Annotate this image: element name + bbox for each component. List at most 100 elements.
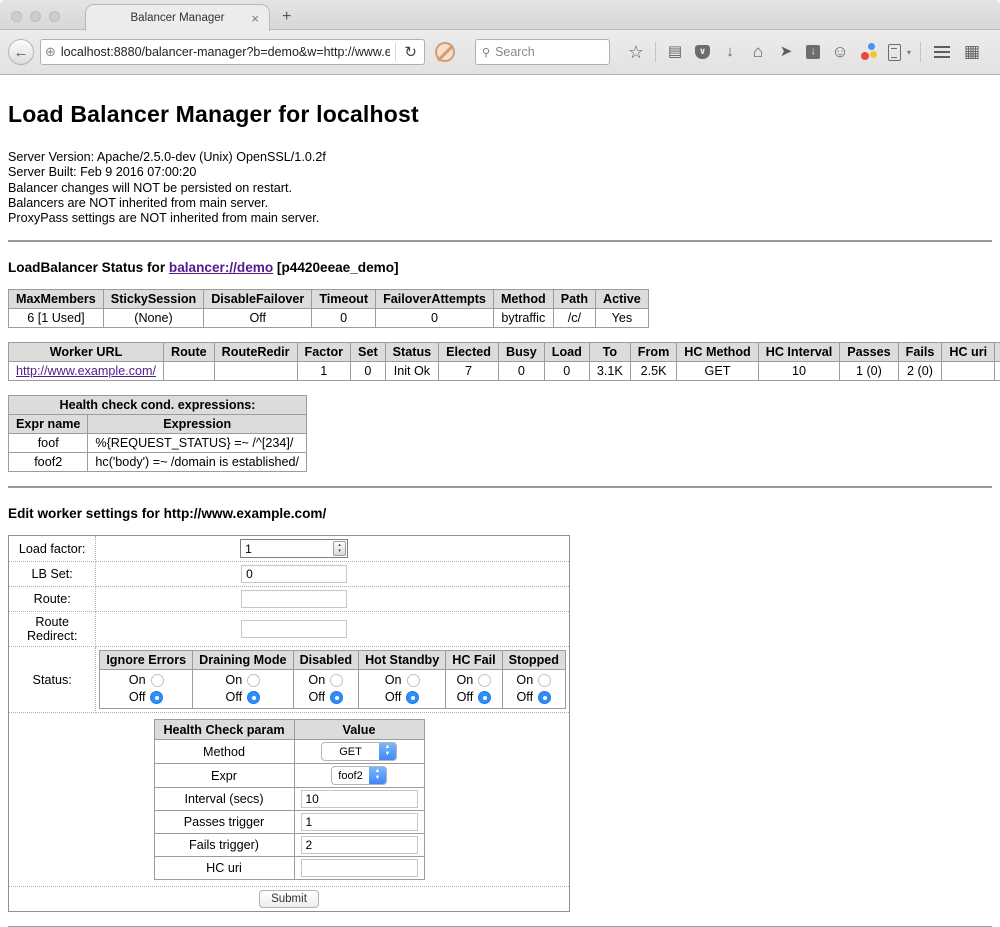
bookmark-star-icon[interactable]: ☆ — [624, 40, 648, 64]
column-header: To — [589, 343, 630, 362]
column-header: MaxMembers — [9, 290, 104, 309]
back-button[interactable]: ← — [8, 39, 34, 65]
form-row: LB Set: — [9, 562, 570, 587]
zoom-window-button[interactable] — [49, 11, 60, 22]
form-text-input[interactable] — [241, 620, 347, 638]
feedback-smiley-icon[interactable]: ☺ — [828, 40, 852, 64]
hc-param-label: Fails trigger) — [154, 834, 294, 857]
radio-on[interactable] — [538, 674, 551, 687]
blocked-content-icon[interactable] — [435, 42, 455, 62]
radio-off[interactable] — [330, 691, 343, 704]
column-header: Method — [493, 290, 553, 309]
minimize-window-button[interactable] — [30, 11, 41, 22]
history-icon[interactable]: ▤ — [663, 40, 687, 64]
hc-text-input[interactable] — [301, 836, 418, 854]
window-controls[interactable] — [11, 11, 60, 22]
edit-worker-heading: Edit worker settings for http://www.exam… — [8, 506, 992, 521]
status-column-header: Stopped — [502, 651, 565, 670]
status-label: Status: — [9, 647, 96, 713]
form-label: Load factor: — [9, 536, 96, 562]
radio-off[interactable] — [406, 691, 419, 704]
radio-off-label: Off — [457, 689, 474, 706]
new-tab-button[interactable]: + — [282, 8, 291, 26]
table-cell: Init Ok — [385, 362, 439, 381]
column-header: Route — [163, 343, 214, 362]
home-icon[interactable]: ⌂ — [746, 40, 770, 64]
url-bar[interactable]: ⊕ localhost:8880/balancer-manager?b=demo… — [40, 39, 425, 65]
form-row: Route Redirect: — [9, 612, 570, 647]
close-window-button[interactable] — [11, 11, 22, 22]
table-cell: 0 — [498, 362, 544, 381]
column-header: HC Expr — [995, 343, 1000, 362]
hc-param-value — [294, 788, 424, 811]
radio-on-label: On — [129, 672, 146, 689]
clipboard-extension-icon[interactable] — [888, 44, 901, 61]
form-text-input[interactable] — [241, 565, 347, 583]
pocket-icon[interactable]: ∨ — [695, 45, 710, 59]
colorful-extension-icon[interactable] — [860, 43, 878, 61]
hc-param-value — [294, 857, 424, 880]
chevron-down-icon[interactable]: ▾ — [907, 48, 911, 57]
downloads-icon[interactable]: ↓ — [718, 40, 742, 64]
search-icon: ⚲ — [482, 46, 490, 59]
hc-param-row: Interval (secs) — [154, 788, 424, 811]
radio-on[interactable] — [330, 674, 343, 687]
tab-bar: Balancer Manager × + — [0, 0, 1000, 30]
table-cell: 1 — [297, 362, 351, 381]
tiles-icon[interactable]: ▦ — [960, 40, 984, 64]
radio-off[interactable] — [150, 691, 163, 704]
column-header: Expression — [88, 415, 307, 434]
health-check-expressions-table: Health check cond. expressions:Expr name… — [8, 395, 307, 472]
hc-param-value — [294, 811, 424, 834]
heading-suffix: [p4420eeae_demo] — [273, 260, 398, 275]
hc-text-input[interactable] — [301, 859, 418, 877]
browser-tab[interactable]: Balancer Manager × — [85, 4, 270, 31]
url-text[interactable]: localhost:8880/balancer-manager?b=demo&w… — [61, 45, 391, 59]
table-cell — [942, 362, 995, 381]
form-label: Route Redirect: — [9, 612, 96, 647]
hc-select[interactable]: GET▲▼ — [321, 742, 397, 761]
table-cell: 0 — [351, 362, 386, 381]
radio-on[interactable] — [478, 674, 491, 687]
hc-text-input[interactable] — [301, 790, 418, 808]
radio-on-label: On — [457, 672, 474, 689]
hc-select[interactable]: foof2▲▼ — [331, 766, 387, 785]
hc-param-value: GET▲▼ — [294, 740, 424, 764]
page-title: Load Balancer Manager for localhost — [8, 101, 992, 128]
load-factor-input[interactable] — [241, 542, 333, 556]
radio-on[interactable] — [247, 674, 260, 687]
reload-button[interactable]: ↻ — [401, 43, 420, 61]
status-column-header: HC Fail — [446, 651, 502, 670]
save-page-icon[interactable]: ↓ — [806, 45, 820, 59]
divider — [8, 240, 992, 242]
radio-off[interactable] — [478, 691, 491, 704]
number-stepper[interactable]: ▴▾ — [333, 541, 346, 556]
worker-settings-table: Load factor:▴▾LB Set:Route:Route Redirec… — [8, 535, 570, 912]
send-icon[interactable]: ➤ — [774, 40, 798, 64]
radio-on[interactable] — [151, 674, 164, 687]
search-bar[interactable]: ⚲ Search — [475, 39, 610, 65]
balancer-link[interactable]: balancer://demo — [169, 260, 273, 275]
menu-icon[interactable] — [934, 46, 950, 58]
table-cell: 0 — [376, 309, 494, 328]
radio-off[interactable] — [247, 691, 260, 704]
table-cell: http://www.example.com/ — [9, 362, 164, 381]
hc-column-header: Health Check param — [154, 720, 294, 740]
submit-button[interactable]: Submit — [259, 890, 319, 908]
worker-url-link[interactable]: http://www.example.com/ — [16, 364, 156, 378]
radio-on-label: On — [225, 672, 242, 689]
form-text-input[interactable] — [241, 590, 347, 608]
radio-off[interactable] — [538, 691, 551, 704]
radio-on-label: On — [516, 672, 533, 689]
column-header: FailoverAttempts — [376, 290, 494, 309]
hc-param-value — [294, 834, 424, 857]
radio-on[interactable] — [407, 674, 420, 687]
table-row: foof%{REQUEST_STATUS} =~ /^[234]/ — [9, 434, 307, 453]
radio-off-label: Off — [385, 689, 402, 706]
hc-text-input[interactable] — [301, 813, 418, 831]
column-header: Elected — [439, 343, 499, 362]
tab-title: Balancer Manager — [131, 12, 225, 24]
tab-close-icon[interactable]: × — [251, 11, 259, 26]
hc-table-row: Health Check paramValueMethodGET▲▼Exprfo… — [9, 713, 570, 887]
radio-off-label: Off — [226, 689, 243, 706]
